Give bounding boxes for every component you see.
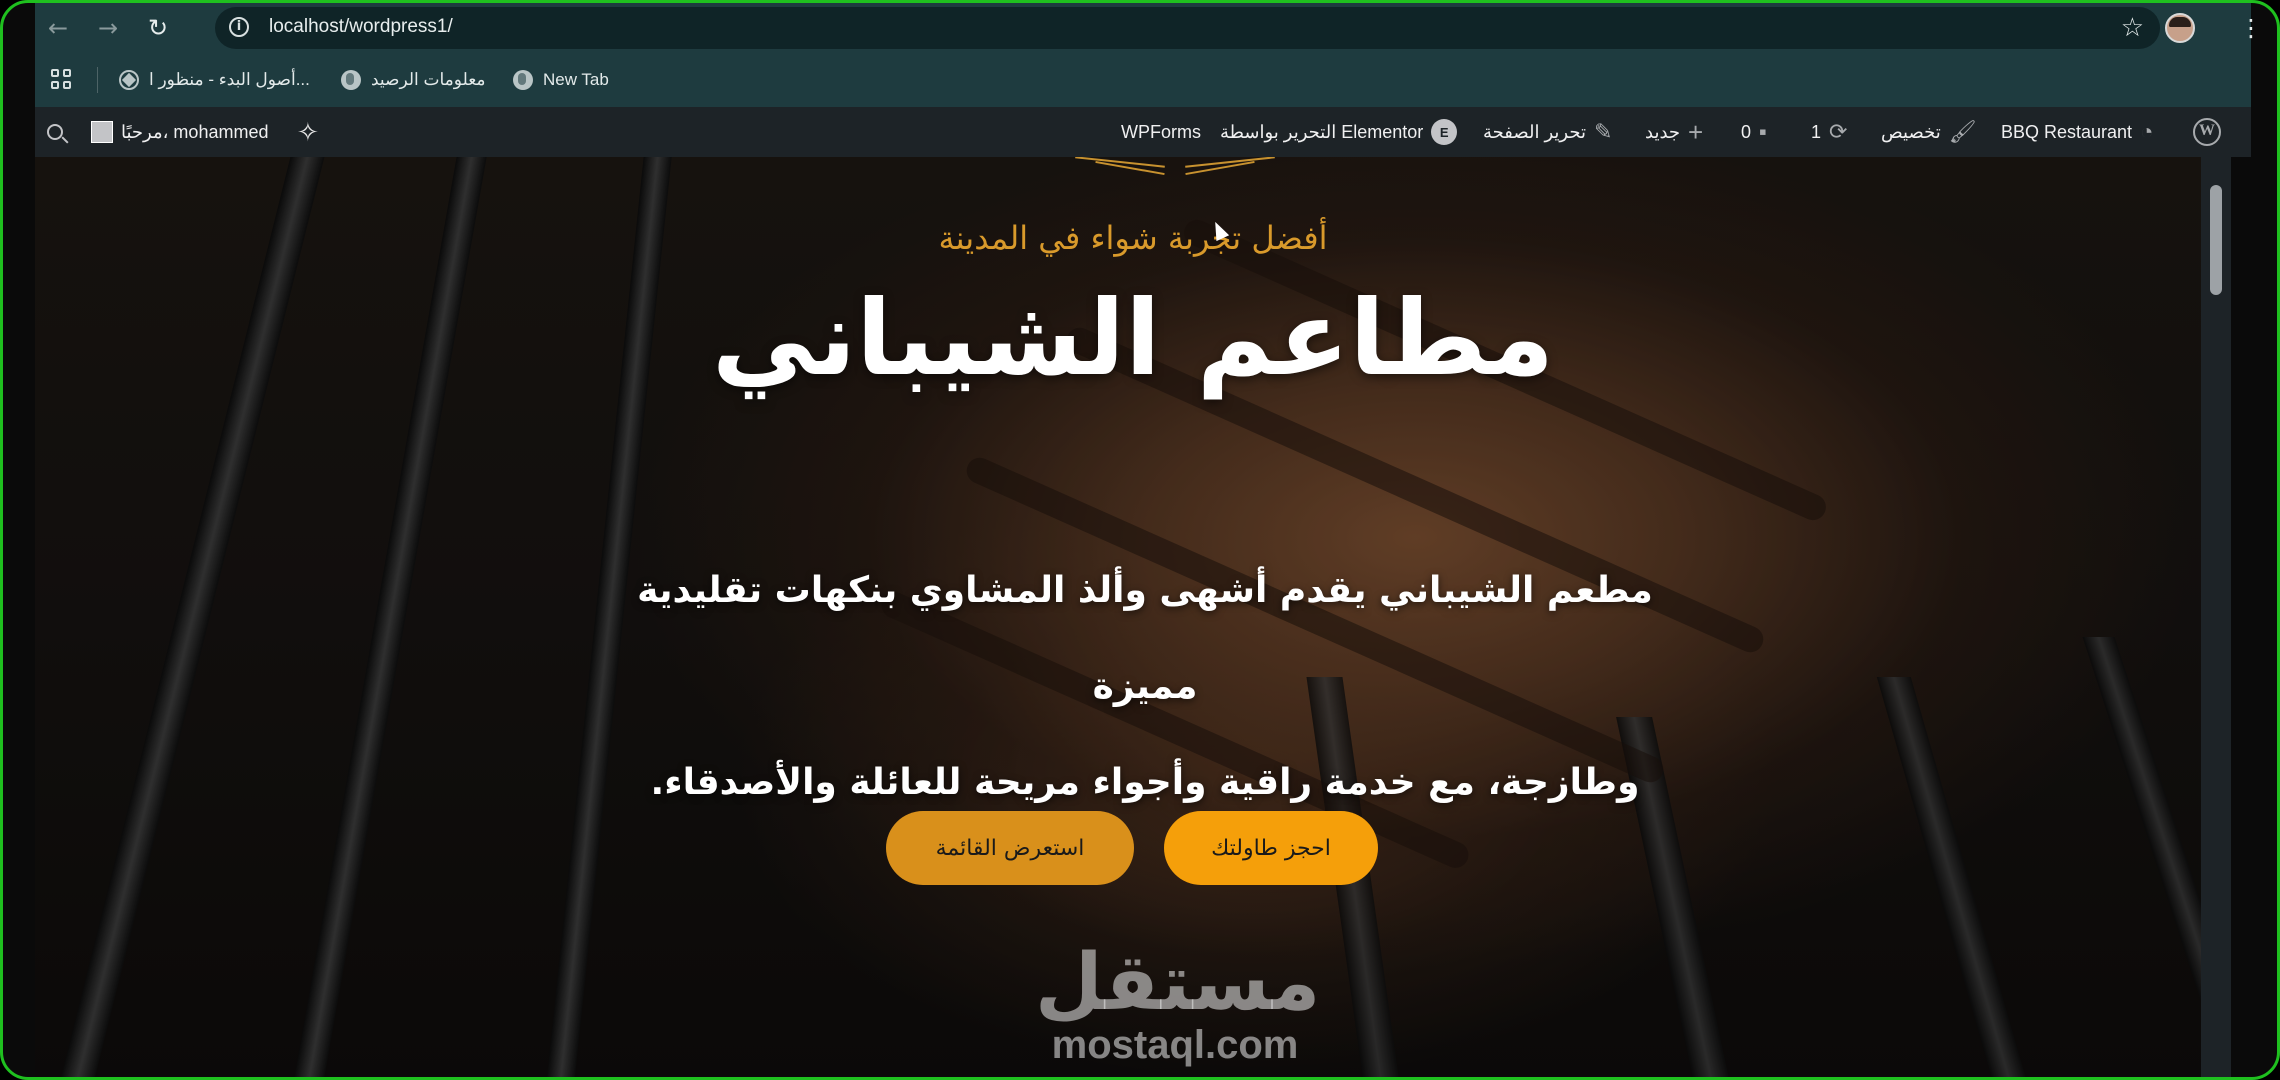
bookmark-item[interactable]: أصول البدء - منظور ا...	[119, 67, 310, 93]
hero-description-line: وطازجة، مع خدمة راقية وأجواء مريحة للعائ…	[650, 762, 1640, 803]
site-name-label: BBQ Restaurant	[2001, 121, 2133, 142]
wp-logo-menu[interactable]	[2193, 107, 2221, 157]
hero-headline: مطاعم الشيباني	[711, 277, 1555, 399]
watermark-latin: mostaql.com	[1051, 1023, 1299, 1067]
scrollbar-thumb[interactable]	[2210, 185, 2222, 295]
wp-admin-bar: مرحبًا، mohammed ✧ WPForms التحرير بواسط…	[35, 107, 2251, 157]
new-content[interactable]: جديد +	[1645, 107, 1703, 157]
apps-grid-icon[interactable]	[51, 69, 73, 91]
globe-icon	[513, 70, 533, 90]
bookmarks-bar: أصول البدء - منظور ا... معلومات الرصيد N…	[35, 53, 2251, 107]
wpforms-menu[interactable]: WPForms	[1121, 107, 1201, 157]
edit-page[interactable]: تحرير الصفحة ✎	[1483, 107, 1612, 157]
bookmark-label: New Tab	[543, 70, 609, 89]
sparkle-icon: ✧	[297, 116, 319, 147]
comment-icon: ▪	[1759, 119, 1767, 144]
bookmark-item[interactable]: New Tab	[513, 67, 609, 93]
new-label: جديد	[1645, 121, 1681, 142]
avatar	[91, 121, 113, 143]
comments[interactable]: 0 ▪	[1741, 107, 1767, 157]
hero-description-line: مطعم الشيباني يقدم أشهى وألذ المشاوي بنك…	[637, 570, 1653, 707]
customize[interactable]: تخصيص 🖌	[1881, 107, 1977, 157]
wordpress-logo-icon	[2193, 118, 2221, 146]
watermark-arabic: مستقل	[1035, 938, 1321, 1028]
page-scrollbar[interactable]	[2201, 157, 2231, 1077]
greeting-label: مرحبًا، mohammed	[121, 121, 269, 142]
info-icon[interactable]: i	[229, 17, 249, 37]
watermark-logo: مستقل mostaql.com	[1035, 938, 1321, 1067]
globe-icon	[341, 70, 361, 90]
updates-icon: ⟳	[1829, 119, 1848, 144]
wpforms-label: WPForms	[1121, 121, 1201, 142]
arrow-right-icon: →	[97, 14, 119, 42]
arrow-left-icon: ←	[47, 14, 69, 42]
ai-assistant[interactable]: ✧	[297, 107, 319, 157]
url-text[interactable]: localhost/wordpress1/	[269, 16, 453, 38]
my-account[interactable]: مرحبًا، mohammed	[91, 107, 268, 157]
brush-icon: 🖌	[1948, 119, 1977, 144]
reload-button[interactable]: ↻	[143, 13, 173, 43]
bookmark-label: أصول البدء - منظور ا...	[149, 70, 310, 89]
site-name[interactable]: BBQ Restaurant ◔	[2001, 107, 2153, 157]
search-icon	[47, 124, 63, 140]
profile-avatar[interactable]	[2165, 13, 2195, 43]
pencil-icon: ✎	[1593, 119, 1613, 144]
hero-section: أفضل تجربة شواء في المدينة مطاعم الشيبان…	[35, 157, 2231, 1077]
back-button[interactable]: ←	[43, 13, 73, 43]
browser-menu-icon[interactable]: ⋮	[2239, 13, 2263, 43]
ornament-divider	[1075, 157, 1275, 176]
browser-toolbar: ← → ↻ i localhost/wordpress1/ ☆ ⋮	[35, 3, 2263, 53]
forward-button[interactable]: →	[93, 13, 123, 43]
bookmark-label: معلومات الرصيد	[371, 70, 486, 89]
reload-icon: ↻	[147, 14, 169, 42]
elementor-label: التحرير بواسطة Elementor	[1220, 121, 1424, 142]
screen-frame: ← → ↻ i localhost/wordpress1/ ☆ ⋮ أصول ا…	[0, 0, 2280, 1080]
elementor-icon: E	[1431, 119, 1458, 145]
bookmark-item[interactable]: معلومات الرصيد	[341, 67, 486, 93]
dashboard-icon: ◔	[2140, 119, 2154, 144]
updates-count: 1	[1811, 121, 1822, 142]
address-bar[interactable]: i localhost/wordpress1/ ☆	[215, 7, 2160, 49]
updates[interactable]: 1 ⟳	[1811, 107, 1847, 157]
book-table-button[interactable]: احجز طاولتك	[1164, 811, 1378, 885]
hero-description: مطعم الشيباني يقدم أشهى وألذ المشاوي بنك…	[595, 543, 1695, 831]
customize-label: تخصيص	[1881, 121, 1941, 142]
hero-tagline: أفضل تجربة شواء في المدينة	[938, 219, 1328, 257]
plus-icon: +	[1688, 116, 1704, 147]
wordpress-icon	[119, 70, 139, 90]
edit-with-elementor[interactable]: التحرير بواسطة Elementor E	[1220, 107, 1458, 157]
divider	[97, 67, 98, 93]
admin-search[interactable]	[47, 107, 63, 157]
bookmark-star-icon[interactable]: ☆	[2121, 13, 2144, 43]
edit-page-label: تحرير الصفحة	[1483, 121, 1586, 142]
view-menu-button[interactable]: استعرض القائمة	[886, 811, 1134, 885]
comments-count: 0	[1741, 121, 1752, 142]
